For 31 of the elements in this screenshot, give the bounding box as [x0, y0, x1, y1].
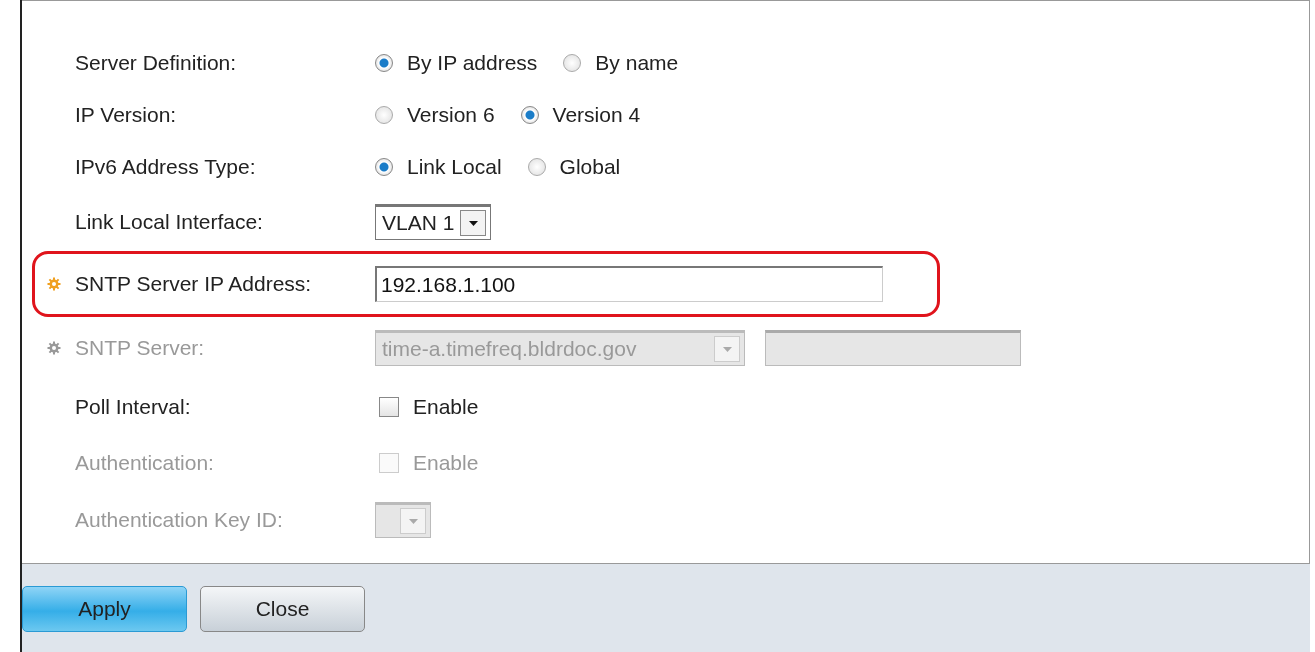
radio-button[interactable]	[527, 158, 546, 176]
radio-label: By name	[595, 51, 679, 75]
field-label: Authentication:	[75, 451, 214, 475]
caret-icon	[468, 220, 478, 226]
field-label: IPv6 Address Type:	[75, 155, 256, 179]
dropdown[interactable]: VLAN 1	[375, 204, 492, 240]
field-label: Authentication Key ID:	[75, 508, 283, 532]
radio-button[interactable]	[520, 106, 539, 124]
field-label: Poll Interval:	[75, 395, 191, 419]
close-button[interactable]: Close	[200, 586, 365, 632]
radio-button[interactable]	[375, 54, 393, 72]
radio-label: By IP address	[407, 51, 538, 75]
radio-label: Link Local	[407, 155, 502, 179]
radio-label: Version 6	[407, 103, 495, 127]
field-label: Server Definition:	[75, 51, 237, 75]
input-field[interactable]: 192.168.1.100	[375, 266, 883, 302]
caret-icon	[408, 518, 418, 524]
radio-label: Version 4	[552, 103, 641, 127]
checkbox[interactable]	[379, 397, 399, 417]
radio-button[interactable]	[375, 106, 393, 124]
field-label: SNTP Server:	[75, 336, 205, 360]
field-label: Link Local Interface:	[75, 210, 263, 234]
field-label: IP Version:	[75, 103, 177, 127]
radio-label: Global	[559, 155, 621, 179]
field-label: SNTP Server IP Address:	[75, 272, 312, 296]
checkbox-label: Enable	[413, 451, 479, 475]
radio-button[interactable]	[563, 54, 582, 72]
apply-button[interactable]: Apply	[22, 586, 187, 632]
checkbox-label: Enable	[413, 395, 479, 419]
radio-button[interactable]	[375, 158, 393, 176]
caret-icon	[722, 346, 732, 352]
